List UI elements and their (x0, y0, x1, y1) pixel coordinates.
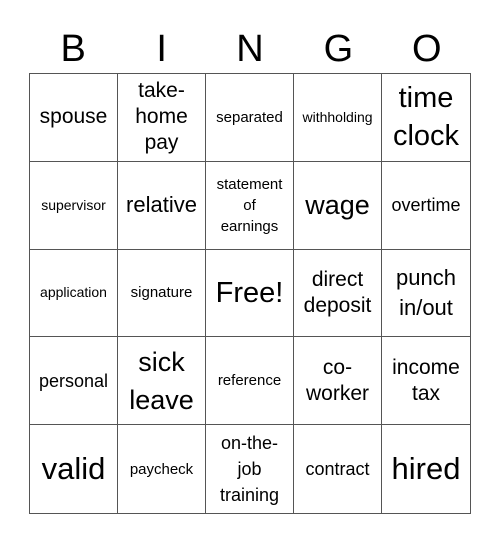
header-letter-n: N (236, 28, 264, 70)
bingo-cell[interactable]: withholding (294, 74, 382, 162)
bingo-cell[interactable]: signature (118, 249, 206, 338)
bingo-cell[interactable]: time clock (382, 74, 470, 162)
bingo-cell[interactable]: punch in/out (382, 250, 470, 338)
bingo-cell[interactable]: on-the-job training (206, 425, 294, 513)
bingo-header: B I N G O (29, 26, 471, 72)
bingo-cell[interactable]: take-home pay (118, 74, 206, 162)
bingo-cell[interactable]: co-worker (294, 337, 382, 426)
free-space-cell[interactable]: Free! (206, 249, 294, 338)
bingo-cell[interactable]: reference (206, 337, 294, 426)
bingo-cell[interactable]: income tax (382, 337, 470, 426)
bingo-cell[interactable]: hired (382, 425, 470, 513)
bingo-cell[interactable]: direct deposit (294, 249, 382, 338)
bingo-cell[interactable]: separated (206, 74, 294, 162)
header-letter-b: B (60, 28, 86, 70)
header-letter-o: O (412, 28, 442, 70)
header-letter-i: I (156, 28, 167, 70)
header-letter-g: G (323, 28, 354, 70)
bingo-cell[interactable]: personal (30, 337, 118, 426)
bingo-cell[interactable]: relative (118, 161, 206, 250)
bingo-cell[interactable]: overtime (382, 162, 470, 250)
bingo-cell[interactable]: valid (30, 425, 118, 513)
bingo-cell[interactable]: supervisor (30, 161, 118, 250)
bingo-grid: spouse take-home pay separated withholdin… (29, 73, 471, 514)
bingo-cell[interactable]: application (30, 249, 118, 338)
bingo-cell[interactable]: spouse (30, 74, 118, 162)
bingo-cell[interactable]: statement of earnings (206, 161, 294, 250)
bingo-cell[interactable]: contract (294, 425, 382, 513)
bingo-cell[interactable]: wage (294, 161, 382, 250)
bingo-cell[interactable]: sick leave (118, 337, 206, 426)
bingo-cell[interactable]: paycheck (118, 425, 206, 513)
